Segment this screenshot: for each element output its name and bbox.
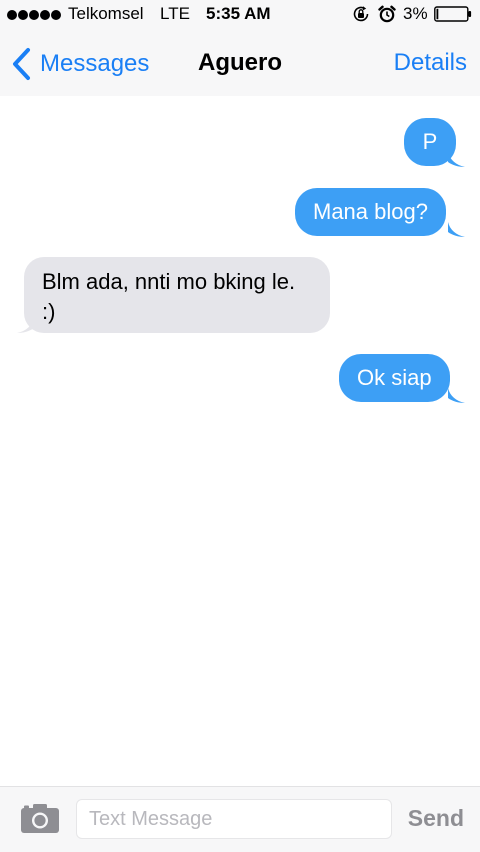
details-button[interactable]: Details [394, 49, 467, 77]
outgoing-message-bubble[interactable]: Mana blog? [295, 188, 446, 236]
bubble-tail [17, 318, 34, 333]
message-text: P [422, 129, 438, 154]
signal-dots-icon [7, 10, 61, 20]
message-input[interactable] [76, 799, 392, 839]
battery-percent: 3% [403, 4, 428, 23]
send-button[interactable]: Send [408, 805, 464, 832]
bubble-tail [448, 152, 465, 167]
status-bar: Telkomsel LTE 5:35 AM 3% [0, 0, 480, 28]
bubble-tail [448, 222, 465, 237]
bubble-tail [448, 388, 465, 403]
message-text: Ok siap [357, 365, 432, 390]
message-thread: P Mana blog? Blm ada, nnti mo bking le. … [0, 96, 480, 786]
nav-bar: Messages Aguero Details [0, 28, 480, 96]
alarm-clock-icon [378, 5, 396, 23]
rotation-lock-icon [353, 6, 369, 22]
network-type: LTE [160, 4, 190, 23]
status-time: 5:35 AM [206, 4, 271, 23]
top-chrome: Telkomsel LTE 5:35 AM 3% Messages Aguero… [0, 0, 480, 96]
incoming-message-bubble[interactable]: Blm ada, nnti mo bking le. :) [24, 257, 330, 333]
message-text: Blm ada, nnti mo bking le. :) [42, 269, 296, 324]
outgoing-message-bubble[interactable]: Ok siap [339, 354, 450, 402]
messages-screen: Telkomsel LTE 5:35 AM 3% Messages Aguero… [0, 0, 480, 852]
composer-bar: Send [0, 786, 480, 852]
camera-icon[interactable] [20, 802, 60, 834]
carrier-name: Telkomsel [68, 4, 144, 23]
message-text: Mana blog? [313, 199, 428, 224]
battery-icon [434, 6, 472, 22]
